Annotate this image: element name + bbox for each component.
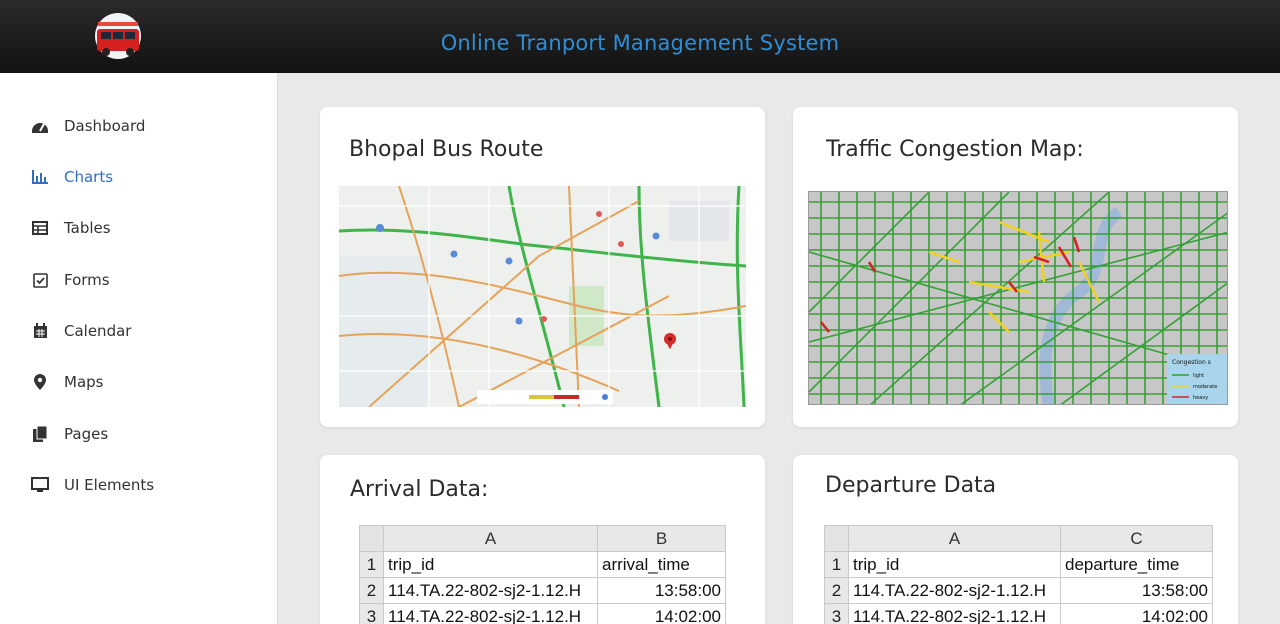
bus-route-map[interactable] [339,186,746,407]
traffic-card: Traffic Congestion Map: Congestion s lig [793,107,1238,427]
sidebar-item-maps[interactable]: Maps [30,368,103,396]
table-cell[interactable]: departure_time [1060,551,1213,578]
table-cell[interactable]: 14:02:00 [597,603,726,624]
arrival-card: Arrival Data: A B 1 trip_id arrival_time… [320,455,765,624]
bus-route-card: Bhopal Bus Route [320,107,765,427]
column-letter[interactable]: A [848,525,1061,552]
bar-chart-icon [30,167,50,187]
table-cell[interactable]: 13:58:00 [597,577,726,604]
sidebar-item-label: Tables [64,219,111,237]
sidebar-item-label: Forms [64,271,110,289]
card-title: Arrival Data: [350,477,489,502]
table-row: 1 trip_id arrival_time [359,551,726,578]
card-title: Bhopal Bus Route [349,137,544,162]
legend-light: light [1193,373,1204,379]
table-cell[interactable]: 14:02:00 [1060,603,1213,624]
sidebar-item-charts[interactable]: Charts [30,163,113,191]
card-title: Traffic Congestion Map: [826,137,1084,162]
sidebar-item-label: Dashboard [64,117,146,135]
column-letter[interactable]: A [383,525,598,552]
table-icon [30,218,50,238]
app-title: Online Tranport Management System [440,31,840,55]
table-cell[interactable]: arrival_time [597,551,726,578]
tachometer-icon [30,116,50,136]
sidebar-item-label: Maps [64,373,104,391]
sidebar-item-pages[interactable]: Pages [30,420,108,448]
table-cell[interactable]: 114.TA.22-802-sj2-1.12.H [383,603,598,624]
row-number[interactable]: 3 [359,603,384,624]
row-number[interactable]: 2 [359,577,384,604]
table-row: 2 114.TA.22-802-sj2-1.12.H 13:58:00 [359,577,726,604]
column-letter[interactable]: C [1060,525,1213,552]
traffic-congestion-map[interactable]: Congestion s light moderate heavy [808,191,1228,405]
table-row: 2 114.TA.22-802-sj2-1.12.H 13:58:00 [824,577,1213,604]
copy-icon [30,424,50,444]
legend-moderate: moderate [1193,384,1217,390]
table-row: 1 trip_id departure_time [824,551,1213,578]
sheet-corner[interactable] [824,525,849,552]
sidebar-item-tables[interactable]: Tables [30,214,111,242]
row-number[interactable]: 3 [824,603,849,624]
table-cell[interactable]: 13:58:00 [1060,577,1213,604]
map-marker-icon [30,372,50,392]
sidebar-item-ui-elements[interactable]: UI Elements [30,471,154,499]
table-row: 3 114.TA.22-802-sj2-1.12.H 14:02:00 [824,603,1213,624]
card-title: Departure Data [825,473,997,498]
row-number[interactable]: 1 [824,551,849,578]
sidebar-item-forms[interactable]: Forms [30,266,110,294]
calendar-icon [30,321,50,341]
row-number[interactable]: 1 [359,551,384,578]
checkbox-icon [30,270,50,290]
table-cell[interactable]: 114.TA.22-802-sj2-1.12.H [383,577,598,604]
table-cell[interactable]: 114.TA.22-802-sj2-1.12.H [848,577,1061,604]
departure-card: Departure Data A C 1 trip_id departure_t… [793,455,1238,624]
sidebar-item-label: Pages [64,425,109,443]
column-letter[interactable]: B [597,525,726,552]
sidebar-item-label: Charts [64,168,114,186]
legend-heavy: heavy [1193,395,1208,401]
top-header: Online Tranport Management System [0,0,1280,73]
sheet-corner[interactable] [359,525,384,552]
sidebar-item-calendar[interactable]: Calendar [30,317,131,345]
arrival-table: A B 1 trip_id arrival_time 2 114.TA.22-8… [359,525,726,624]
table-cell[interactable]: trip_id [848,551,1061,578]
sidebar: Dashboard Charts Tables Forms Calendar M… [0,73,278,624]
sidebar-item-label: Calendar [64,322,132,340]
table-row: 3 114.TA.22-802-sj2-1.12.H 14:02:00 [359,603,726,624]
row-number[interactable]: 2 [824,577,849,604]
monitor-icon [30,475,50,495]
legend-title: Congestion s [1172,359,1211,366]
sidebar-item-label: UI Elements [64,476,155,494]
table-cell[interactable]: trip_id [383,551,598,578]
table-cell[interactable]: 114.TA.22-802-sj2-1.12.H [848,603,1061,624]
departure-table: A C 1 trip_id departure_time 2 114.TA.22… [824,525,1213,624]
sidebar-item-dashboard[interactable]: Dashboard [30,112,145,140]
